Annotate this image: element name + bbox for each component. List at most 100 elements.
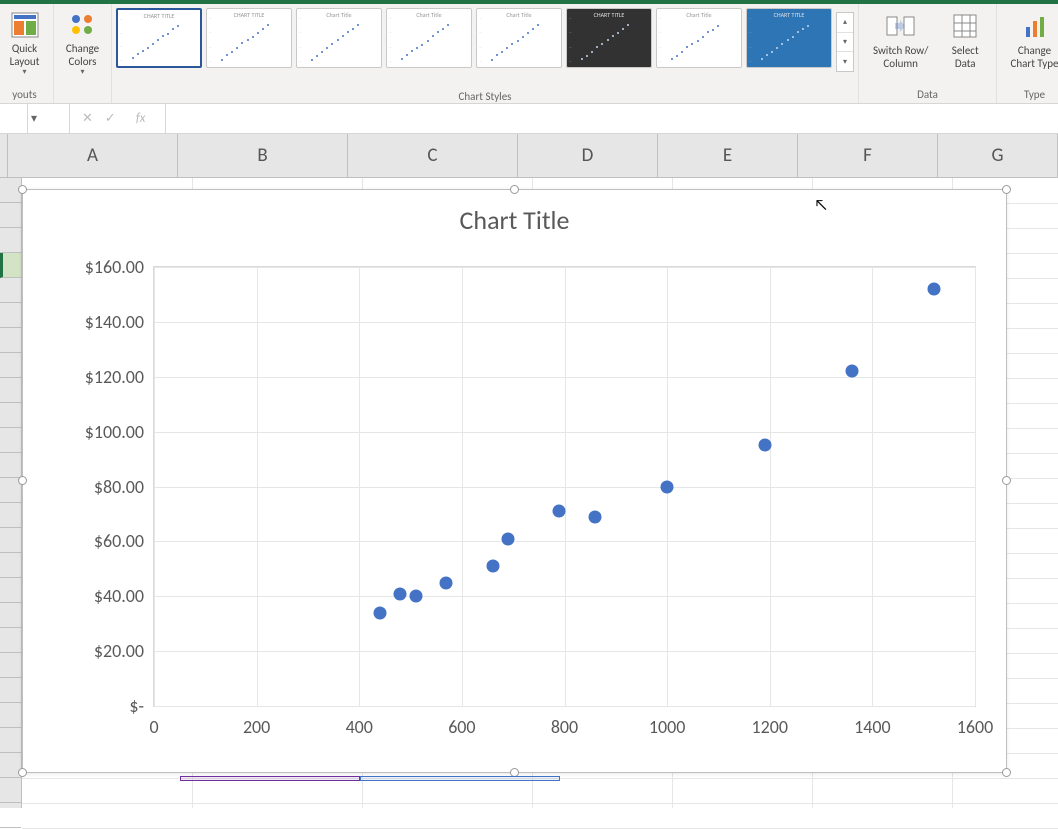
select-data-button[interactable]: Select Data bbox=[940, 8, 990, 80]
row-header[interactable] bbox=[0, 278, 21, 303]
change-colors-label: Change Colors bbox=[62, 42, 103, 68]
chart-style-thumb[interactable]: Chart Title———— bbox=[476, 8, 562, 68]
gallery-scroll[interactable]: ▴▾▾ bbox=[836, 12, 854, 72]
plot-area[interactable]: 02004006008001000120014001600$-$20.00$40… bbox=[153, 266, 976, 707]
resize-handle[interactable] bbox=[1002, 185, 1011, 194]
row-header[interactable] bbox=[0, 228, 21, 253]
data-point[interactable] bbox=[927, 282, 940, 295]
data-point[interactable] bbox=[502, 532, 515, 545]
x-axis-tick: 1600 bbox=[957, 706, 994, 738]
data-point[interactable] bbox=[845, 365, 858, 378]
row-header[interactable] bbox=[0, 678, 21, 703]
row-header[interactable] bbox=[0, 303, 21, 328]
switch-row-column-button[interactable]: Switch Row/ Column bbox=[865, 8, 936, 80]
y-axis-tick: $20.00 bbox=[94, 640, 154, 662]
quick-layout-label: Quick Layout bbox=[4, 42, 45, 68]
ribbon: Quick Layout youts Change Colors CHART T… bbox=[0, 4, 1058, 104]
chart-style-thumb[interactable]: Chart Title———— bbox=[656, 8, 742, 68]
x-axis-tick: 1400 bbox=[854, 706, 891, 738]
y-axis-tick: $40.00 bbox=[94, 585, 154, 607]
chart-title[interactable]: Chart Title bbox=[23, 190, 1006, 236]
quick-layout-button[interactable]: Quick Layout bbox=[2, 8, 47, 80]
change-chart-type-button[interactable]: Change Chart Type bbox=[1003, 8, 1058, 80]
y-axis-tick: $100.00 bbox=[85, 421, 154, 443]
resize-handle[interactable] bbox=[1002, 768, 1011, 777]
chart-style-thumb[interactable]: CHART TITLE———— bbox=[206, 8, 292, 68]
row-header[interactable] bbox=[0, 528, 21, 553]
resize-handle[interactable] bbox=[18, 185, 27, 194]
row-header[interactable] bbox=[0, 328, 21, 353]
row-header[interactable] bbox=[0, 353, 21, 378]
row-header[interactable] bbox=[0, 378, 21, 403]
gallery-more-icon[interactable]: ▾ bbox=[837, 52, 853, 71]
column-header[interactable]: B bbox=[178, 134, 348, 177]
x-axis-tick: 200 bbox=[243, 706, 270, 738]
column-header[interactable]: F bbox=[798, 134, 938, 177]
source-range-y[interactable] bbox=[360, 776, 560, 781]
data-point[interactable] bbox=[486, 560, 499, 573]
data-group-label: Data bbox=[865, 87, 990, 101]
chart-style-thumb[interactable]: CHART TITLE———— bbox=[116, 8, 202, 68]
resize-handle[interactable] bbox=[1002, 476, 1011, 485]
gallery-up-icon[interactable]: ▴ bbox=[837, 13, 853, 33]
type-group-label: Type bbox=[1003, 87, 1058, 101]
row-header[interactable] bbox=[0, 203, 21, 228]
row-header[interactable] bbox=[0, 253, 21, 278]
column-header[interactable]: A bbox=[8, 134, 178, 177]
worksheet-grid[interactable]: Chart Title 0200400600800100012001400160… bbox=[22, 178, 1058, 808]
data-point[interactable] bbox=[553, 505, 566, 518]
gallery-down-icon[interactable]: ▾ bbox=[837, 33, 853, 53]
embedded-chart[interactable]: Chart Title 0200400600800100012001400160… bbox=[22, 189, 1007, 773]
data-point[interactable] bbox=[409, 590, 422, 603]
switch-label: Switch Row/ Column bbox=[873, 44, 928, 70]
row-header[interactable] bbox=[0, 453, 21, 478]
data-point[interactable] bbox=[373, 606, 386, 619]
data-point[interactable] bbox=[589, 510, 602, 523]
formula-input[interactable] bbox=[166, 104, 1058, 133]
y-axis-tick: $160.00 bbox=[85, 256, 154, 278]
row-header[interactable] bbox=[0, 803, 21, 828]
row-header[interactable] bbox=[0, 503, 21, 528]
resize-handle[interactable] bbox=[18, 476, 27, 485]
change-colors-button[interactable]: Change Colors bbox=[60, 8, 105, 80]
quick-layout-icon bbox=[9, 10, 41, 40]
column-header[interactable]: C bbox=[348, 134, 518, 177]
switch-icon bbox=[885, 10, 917, 42]
row-header[interactable] bbox=[0, 428, 21, 453]
row-header[interactable] bbox=[0, 403, 21, 428]
source-range-x[interactable] bbox=[180, 776, 360, 781]
resize-handle[interactable] bbox=[510, 185, 519, 194]
row-header[interactable] bbox=[0, 653, 21, 678]
accept-formula-icon[interactable]: ✓ bbox=[105, 111, 116, 126]
x-axis-tick: 600 bbox=[448, 706, 475, 738]
row-header[interactable] bbox=[0, 703, 21, 728]
resize-handle[interactable] bbox=[18, 768, 27, 777]
column-header[interactable]: D bbox=[518, 134, 658, 177]
column-header[interactable]: G bbox=[938, 134, 1058, 177]
x-axis-tick: 800 bbox=[551, 706, 578, 738]
row-header[interactable] bbox=[0, 628, 21, 653]
cancel-formula-icon[interactable]: ✕ bbox=[82, 111, 93, 126]
column-header[interactable]: E bbox=[658, 134, 798, 177]
row-header[interactable] bbox=[0, 553, 21, 578]
row-header[interactable] bbox=[0, 603, 21, 628]
data-point[interactable] bbox=[758, 439, 771, 452]
palette-icon bbox=[67, 10, 99, 40]
name-box-dropdown[interactable]: ▾ bbox=[28, 111, 40, 126]
column-headers: ABCDEFG bbox=[0, 134, 1058, 178]
select-all-cell[interactable] bbox=[0, 134, 8, 177]
row-header[interactable] bbox=[0, 578, 21, 603]
name-box[interactable] bbox=[0, 104, 28, 133]
chart-style-thumb[interactable]: Chart Title———— bbox=[386, 8, 472, 68]
row-header[interactable] bbox=[0, 778, 21, 803]
layouts-group-label: youts bbox=[2, 87, 47, 101]
chart-style-thumb[interactable]: CHART TITLE———— bbox=[746, 8, 832, 68]
row-header[interactable] bbox=[0, 728, 21, 753]
fx-icon[interactable]: fx bbox=[128, 111, 154, 126]
x-axis-tick: 1200 bbox=[752, 706, 789, 738]
chart-style-thumb[interactable]: CHART TITLE———— bbox=[566, 8, 652, 68]
data-point[interactable] bbox=[394, 587, 407, 600]
data-point[interactable] bbox=[440, 576, 453, 589]
chart-style-thumb[interactable]: Chart Title———— bbox=[296, 8, 382, 68]
data-point[interactable] bbox=[661, 480, 674, 493]
